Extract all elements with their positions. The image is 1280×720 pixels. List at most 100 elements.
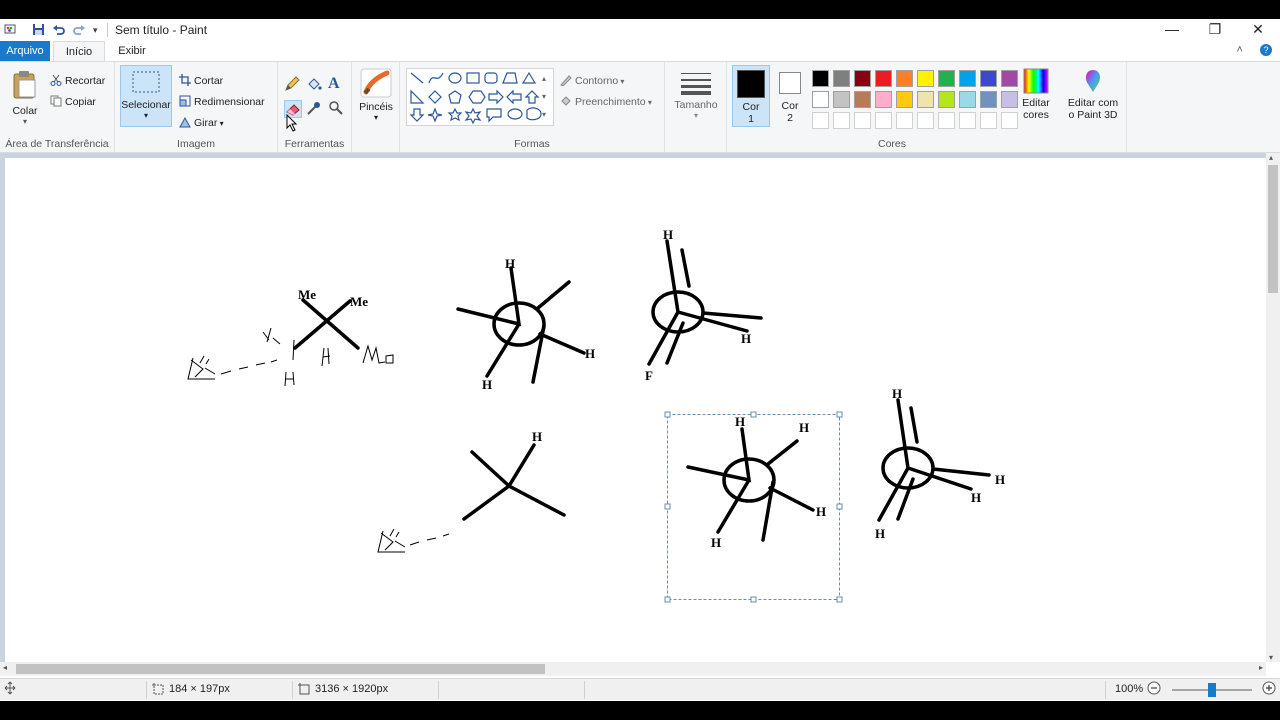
palette-color-swatch[interactable] — [959, 70, 976, 87]
scroll-right-icon[interactable]: ▸ — [1259, 663, 1263, 672]
palette-color-swatch[interactable] — [833, 70, 850, 87]
pencil-icon[interactable] — [284, 76, 302, 94]
size-button[interactable]: Tamanho ▾ — [673, 70, 719, 120]
fill-button[interactable]: Preenchimento ▾ — [560, 95, 652, 108]
status-separator — [584, 681, 585, 699]
save-icon[interactable] — [32, 23, 45, 39]
zoom-out-icon[interactable] — [1147, 681, 1161, 698]
select-button[interactable]: Selecionar ▾ — [120, 65, 172, 127]
status-separator — [1105, 681, 1106, 699]
palette-color-swatch[interactable] — [959, 91, 976, 108]
drawing-canvas[interactable]: Me Me H H H H H F H H H H H H H H H — [5, 158, 1266, 662]
outline-button[interactable]: Contorno ▾ — [560, 74, 624, 87]
window-title: Sem título - Paint — [115, 23, 208, 37]
tab-home[interactable]: Início — [53, 41, 105, 61]
selection-handle[interactable] — [750, 596, 757, 603]
palette-color-swatch[interactable] — [812, 70, 829, 87]
palette-color-swatch[interactable] — [1001, 70, 1018, 87]
minimize-button[interactable]: — — [1150, 19, 1194, 41]
shapes-group: ▴ ▾ ▾ Contorno ▾ Preenchimento ▾ Formas — [400, 62, 665, 153]
text-tool-icon[interactable]: A — [328, 75, 346, 93]
horizontal-scrollbar[interactable]: ◂ ▸ — [0, 662, 1266, 676]
selection-handle[interactable] — [836, 503, 843, 510]
maximize-button[interactable]: ❐ — [1193, 19, 1237, 41]
custom-color-slot[interactable] — [812, 112, 829, 129]
brushes-button[interactable]: Pincéis ▾ — [355, 68, 397, 122]
selection-handle[interactable] — [836, 411, 843, 418]
vertical-scrollbar[interactable]: ▴ ▾ — [1266, 153, 1280, 662]
palette-color-swatch[interactable] — [938, 91, 955, 108]
vertical-scroll-thumb[interactable] — [1268, 165, 1278, 293]
custom-color-slot[interactable] — [1001, 112, 1018, 129]
palette-color-swatch[interactable] — [875, 91, 892, 108]
custom-color-slot[interactable] — [959, 112, 976, 129]
label-me-1: Me — [298, 287, 316, 302]
edit-colors-button[interactable]: Editar cores — [1017, 68, 1055, 121]
shapes-gallery[interactable] — [406, 68, 554, 126]
palette-color-swatch[interactable] — [896, 91, 913, 108]
tab-view[interactable]: Exibir — [110, 41, 154, 61]
zoom-slider-thumb[interactable] — [1208, 683, 1216, 697]
color2-button[interactable]: Cor 2 — [772, 65, 808, 127]
palette-color-swatch[interactable] — [875, 70, 892, 87]
copy-button[interactable]: Copiar — [50, 95, 96, 108]
color-picker-icon[interactable] — [306, 100, 324, 118]
paint3d-button[interactable]: Editar com o Paint 3D — [1063, 68, 1123, 121]
scroll-up-icon[interactable]: ▴ — [1269, 153, 1273, 162]
palette-color-swatch[interactable] — [980, 70, 997, 87]
close-button[interactable]: ✕ — [1236, 19, 1280, 41]
selection-handle[interactable] — [750, 411, 757, 418]
selection-handle[interactable] — [664, 503, 671, 510]
selection-rectangle[interactable] — [667, 414, 840, 600]
rotate-dropdown-icon: ▾ — [217, 119, 224, 128]
undo-icon[interactable] — [52, 23, 66, 39]
zoom-in-icon[interactable] — [1262, 681, 1276, 698]
select-dropdown-icon: ▾ — [143, 111, 148, 120]
palette-color-swatch[interactable] — [896, 70, 913, 87]
palette-color-swatch[interactable] — [854, 70, 871, 87]
magnifier-icon[interactable] — [328, 100, 346, 118]
paste-button[interactable]: Colar ▾ — [6, 70, 44, 126]
color1-label: Cor — [742, 101, 760, 113]
cursor-position-icon — [4, 681, 16, 698]
custom-color-slot[interactable] — [854, 112, 871, 129]
crop-button[interactable]: Cortar — [179, 74, 223, 87]
custom-color-slot[interactable] — [875, 112, 892, 129]
custom-color-slot[interactable] — [938, 112, 955, 129]
selection-handle[interactable] — [664, 411, 671, 418]
palette-color-swatch[interactable] — [917, 91, 934, 108]
palette-color-swatch[interactable] — [833, 91, 850, 108]
fill-icon — [560, 95, 572, 107]
help-icon[interactable]: ? — [1260, 44, 1272, 56]
custom-color-slot[interactable] — [980, 112, 997, 129]
selection-handle[interactable] — [664, 596, 671, 603]
collapse-ribbon-icon[interactable]: ˄ — [1237, 44, 1243, 56]
color1-button[interactable]: Cor 1 — [732, 65, 770, 127]
resize-button[interactable]: Redimensionar — [179, 95, 265, 108]
cut-button[interactable]: Recortar — [50, 74, 105, 87]
palette-color-swatch[interactable] — [938, 70, 955, 87]
rotate-button[interactable]: Girar ▾ — [179, 116, 224, 129]
fill-label: Preenchimento — [575, 96, 646, 108]
palette-color-swatch[interactable] — [980, 91, 997, 108]
selection-handle[interactable] — [836, 596, 843, 603]
scroll-down-icon[interactable]: ▾ — [1269, 653, 1273, 662]
palette-color-swatch[interactable] — [917, 70, 934, 87]
custom-color-slot[interactable] — [833, 112, 850, 129]
hand-h-marks — [262, 327, 331, 387]
palette-color-swatch[interactable] — [812, 91, 829, 108]
palette-color-swatch[interactable] — [1001, 91, 1018, 108]
zoom-slider[interactable] — [1172, 683, 1252, 697]
palette-color-swatch[interactable] — [854, 91, 871, 108]
scroll-left-icon[interactable]: ◂ — [3, 663, 7, 672]
tab-file[interactable]: Arquivo — [0, 41, 50, 61]
redo-icon[interactable] — [72, 23, 86, 39]
outline-icon — [560, 74, 572, 87]
custom-color-slot[interactable] — [917, 112, 934, 129]
horizontal-scroll-thumb[interactable] — [16, 664, 545, 674]
customize-toolbar-icon[interactable]: ▾ — [93, 25, 98, 36]
custom-color-slot[interactable] — [896, 112, 913, 129]
selection-size-icon — [152, 683, 164, 698]
fill-bucket-icon[interactable] — [306, 76, 324, 94]
shapes-scroll-icon[interactable]: ▴ ▾ ▾ — [542, 70, 546, 124]
